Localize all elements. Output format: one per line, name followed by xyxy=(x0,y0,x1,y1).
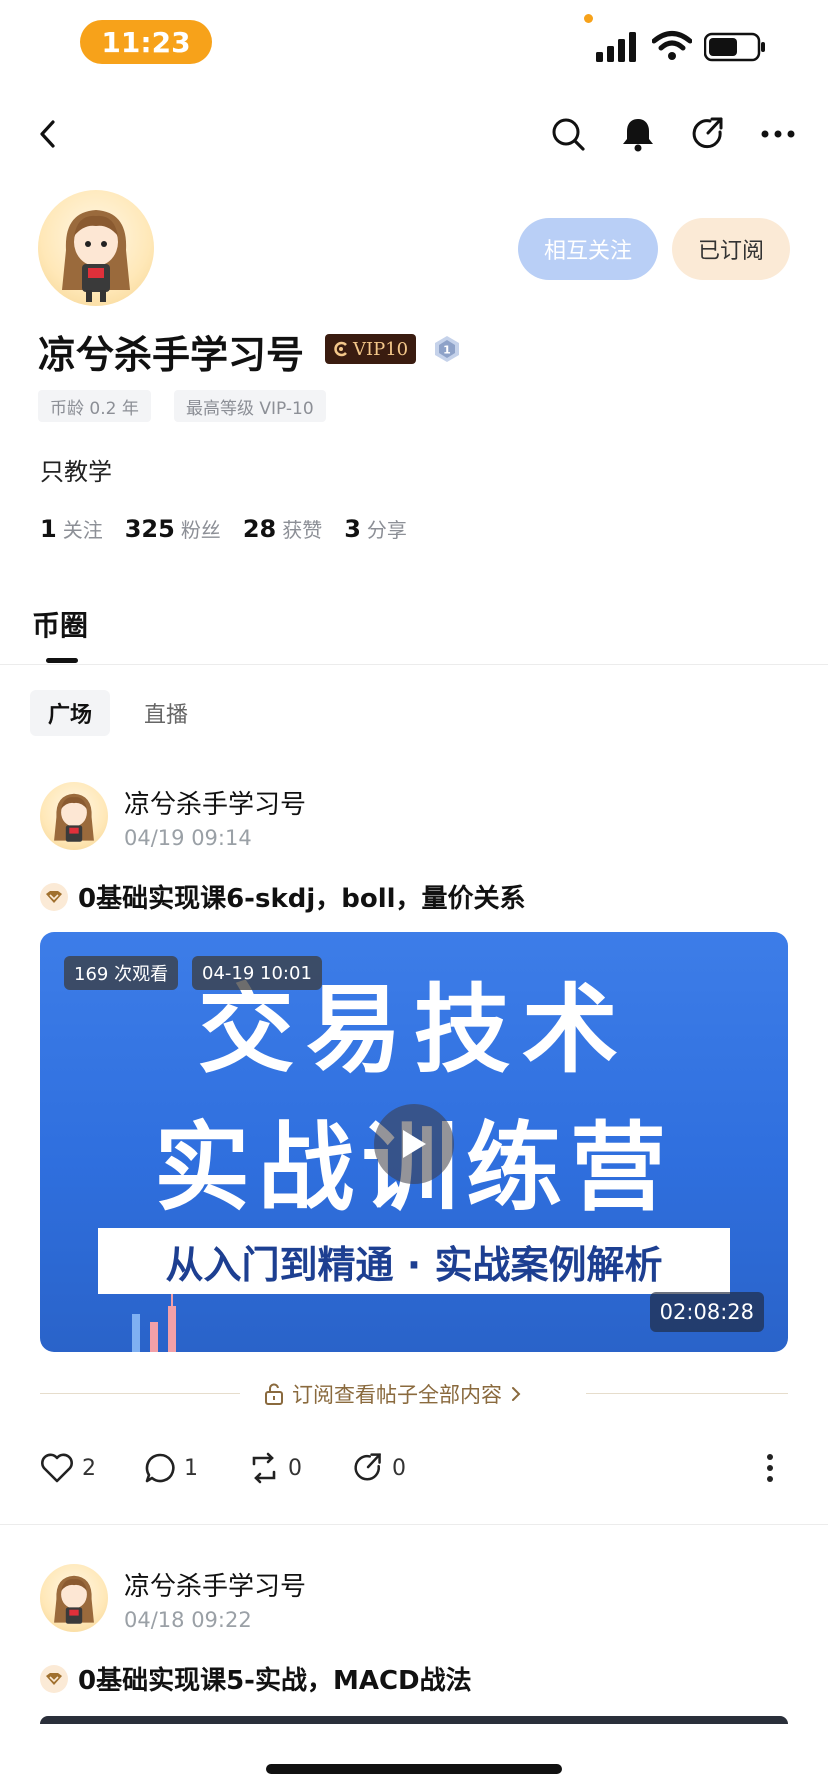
vip-badge-label: VIP10 xyxy=(353,338,409,360)
repost-icon xyxy=(252,1452,276,1484)
stat-shares-count: 3 xyxy=(344,515,361,543)
post-author-avatar[interactable] xyxy=(40,782,108,850)
repost-count: 0 xyxy=(288,1455,302,1481)
privacy-indicator-dot xyxy=(584,14,593,23)
stat-following-label: 关注 xyxy=(62,518,103,542)
subscribe-to-view-label: 订阅查看帖子全部内容 xyxy=(292,1383,502,1407)
stat-following-count: 1 xyxy=(40,515,57,543)
video-view-count: 169 次观看 xyxy=(64,956,179,990)
search-button[interactable] xyxy=(546,112,590,156)
video-duration: 02:08:28 xyxy=(649,1292,764,1332)
post-author-avatar[interactable] xyxy=(40,1564,108,1632)
level-badge-icon: 1 xyxy=(435,336,459,362)
post-title[interactable]: 0基础实现课6-skdj，boll，量价关系 xyxy=(40,878,526,915)
subtab-live[interactable]: 直播 xyxy=(126,690,206,736)
top-nav-bar xyxy=(0,104,828,164)
stat-likes-label: 获赞 xyxy=(282,518,323,542)
subscribed-button[interactable]: 已订阅 xyxy=(672,218,790,280)
chevron-right-icon xyxy=(512,1387,521,1401)
like-count: 2 xyxy=(82,1455,96,1481)
tag-coin-age: 币龄 0.2 年 xyxy=(38,390,151,422)
comment-button[interactable]: 1 xyxy=(144,1446,198,1490)
status-bar: 11:23 xyxy=(0,0,828,86)
post-title[interactable]: 0基础实现课5-实战，MACD战法 xyxy=(40,1660,472,1697)
video-thumbnail-partial[interactable] xyxy=(40,1716,788,1724)
anime-avatar-illustration xyxy=(62,210,130,302)
subscribe-divider-left xyxy=(40,1393,240,1394)
post-action-bar: 2 1 0 0 xyxy=(40,1446,788,1490)
share-icon xyxy=(354,1453,381,1481)
post-author-name[interactable]: 凉兮杀手学习号 xyxy=(124,1566,306,1603)
cellular-signal-icon xyxy=(596,32,636,62)
stat-followers[interactable]: 325 粉丝 xyxy=(125,514,221,543)
tag-max-vip-level: 最高等级 VIP-10 xyxy=(174,390,326,422)
post-author-name[interactable]: 凉兮杀手学习号 xyxy=(124,784,306,821)
active-tab-indicator xyxy=(46,658,78,663)
share-icon xyxy=(692,117,723,149)
level-badge-number: 1 xyxy=(443,344,451,357)
post-date: 04/18 09:22 xyxy=(124,1608,252,1632)
home-indicator[interactable] xyxy=(266,1764,562,1774)
subscribe-divider-right xyxy=(586,1393,788,1394)
comment-icon xyxy=(145,1453,175,1483)
video-banner: 从入门到精通 · 实战案例解析 xyxy=(98,1228,730,1294)
post-date: 04/19 09:14 xyxy=(124,826,252,850)
video-thumbnail[interactable]: 交易技术 实战训练营 从入门到精通 · 实战案例解析 169 次观看 04-19… xyxy=(40,932,788,1352)
stat-likes[interactable]: 28 获赞 xyxy=(243,514,322,543)
section-divider xyxy=(0,664,828,665)
subtab-square[interactable]: 广场 xyxy=(30,690,111,736)
play-button[interactable] xyxy=(374,1104,454,1184)
more-options-button[interactable] xyxy=(756,112,800,156)
vip-logo-icon xyxy=(334,341,347,357)
post-more-button[interactable] xyxy=(766,1446,774,1490)
status-time: 11:23 xyxy=(80,20,212,64)
more-vertical-icon xyxy=(767,1454,773,1482)
heart-icon xyxy=(41,1453,73,1483)
notification-button[interactable] xyxy=(616,112,660,156)
post-title-text: 0基础实现课6-skdj，boll，量价关系 xyxy=(78,884,526,914)
mutual-follow-button[interactable]: 相互关注 xyxy=(518,218,658,280)
premium-content-icon xyxy=(40,882,68,911)
profile-stats: 1 关注 325 粉丝 28 获赞 3 分享 xyxy=(40,514,407,543)
play-icon xyxy=(403,1130,426,1158)
stat-followers-count: 325 xyxy=(124,515,175,543)
stat-likes-count: 28 xyxy=(242,515,277,543)
comment-count: 1 xyxy=(184,1455,198,1481)
profile-avatar[interactable] xyxy=(38,190,154,306)
anime-avatar-illustration xyxy=(54,1575,94,1624)
more-horizontal-icon xyxy=(761,130,795,138)
subscribe-to-view-link[interactable]: 订阅查看帖子全部内容 xyxy=(264,1376,522,1412)
stat-shares[interactable]: 3 分享 xyxy=(344,514,407,543)
post-title-text: 0基础实现课5-实战，MACD战法 xyxy=(78,1666,472,1696)
battery-icon xyxy=(704,32,765,62)
chevron-left-icon xyxy=(40,120,55,148)
post-divider xyxy=(0,1524,828,1525)
like-button[interactable]: 2 xyxy=(40,1446,96,1490)
wifi-icon xyxy=(652,31,692,60)
stat-followers-label: 粉丝 xyxy=(180,518,221,542)
search-icon xyxy=(552,118,585,151)
share-post-button[interactable]: 0 xyxy=(352,1446,406,1490)
premium-content-icon xyxy=(40,1664,68,1693)
share-button[interactable] xyxy=(686,112,730,156)
bell-icon xyxy=(623,119,653,152)
candlestick-decoration xyxy=(132,1294,176,1352)
repost-button[interactable]: 0 xyxy=(248,1446,302,1490)
unlock-icon xyxy=(265,1383,283,1405)
back-button[interactable] xyxy=(26,112,70,156)
stat-following[interactable]: 1 关注 xyxy=(40,514,103,543)
anime-avatar-illustration xyxy=(54,793,94,842)
stat-shares-label: 分享 xyxy=(366,518,407,542)
tab-bi-quan[interactable]: 币圈 xyxy=(32,604,88,644)
video-timestamp: 04-19 10:01 xyxy=(192,956,322,990)
share-count: 0 xyxy=(392,1455,406,1481)
profile-bio: 只教学 xyxy=(40,458,112,486)
vip-badge: VIP10 xyxy=(325,334,417,364)
profile-username: 凉兮杀手学习号 xyxy=(38,333,305,377)
